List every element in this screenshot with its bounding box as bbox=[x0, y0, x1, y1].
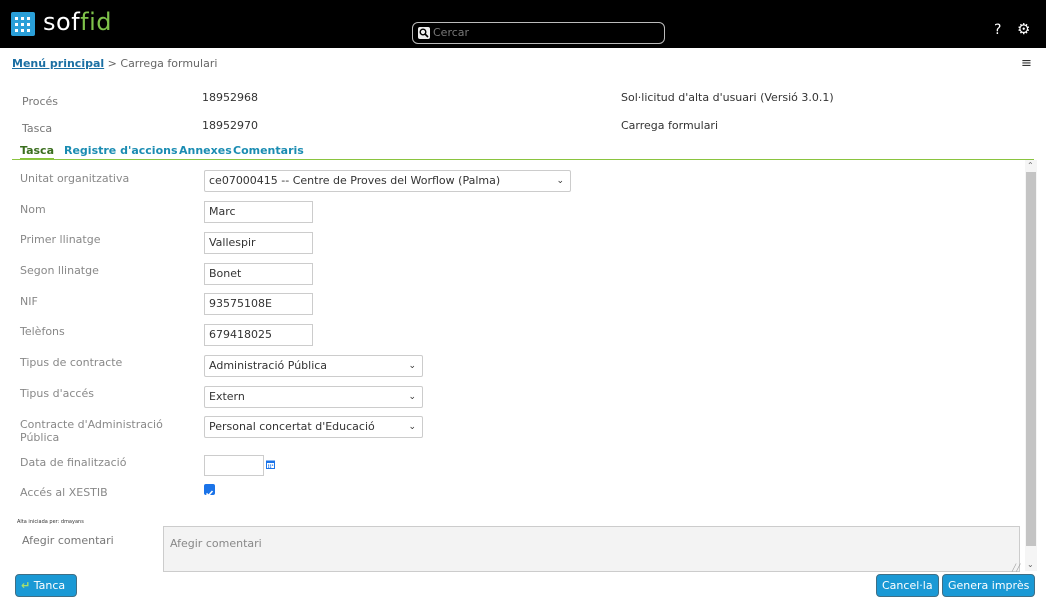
chevron-down-icon: ⌄ bbox=[408, 422, 416, 432]
search-icon bbox=[418, 27, 430, 39]
scrollbar-thumb[interactable] bbox=[1026, 172, 1036, 546]
help-icon[interactable]: ? bbox=[994, 22, 1001, 38]
proces-label: Procés bbox=[22, 95, 58, 108]
unitat-value: ce07000415 -- Centre de Proves del Worfl… bbox=[209, 174, 501, 187]
contracte-admin-select[interactable]: Personal concertat d'Educació ⌄ bbox=[204, 416, 423, 438]
check-icon bbox=[205, 490, 214, 497]
search-placeholder: Cercar bbox=[433, 26, 470, 39]
scroll-down-icon[interactable]: ⌄ bbox=[1027, 560, 1034, 569]
resize-handle-icon[interactable]: ╱╱ bbox=[1012, 564, 1020, 572]
tipus-contracte-select[interactable]: Administració Pública ⌄ bbox=[204, 355, 423, 377]
telefons-field[interactable]: 679418025 bbox=[204, 324, 313, 346]
primer-llinatge-label: Primer llinatge bbox=[20, 233, 101, 246]
proces-id: 18952968 bbox=[202, 91, 258, 104]
breadcrumb: Menú principal > Carrega formulari bbox=[12, 57, 217, 70]
segon-llinatge-label: Segon llinatge bbox=[20, 264, 99, 277]
alta-iniciada-text: Alta iniciada per: dmayans bbox=[17, 519, 84, 525]
tanca-button[interactable]: ↵ Tanca bbox=[15, 574, 77, 597]
tanca-button-label: Tanca bbox=[33, 579, 66, 592]
comment-textarea[interactable]: Afegir comentari bbox=[163, 526, 1020, 572]
data-finalitzacio-field[interactable] bbox=[204, 455, 264, 476]
proces-name: Sol·licitud d'alta d'usuari (Versió 3.0.… bbox=[621, 91, 834, 104]
tab-annexes[interactable]: Annexes bbox=[179, 144, 232, 157]
nif-label: NIF bbox=[20, 295, 38, 308]
apps-grid-icon[interactable] bbox=[11, 12, 35, 36]
unitat-select[interactable]: ce07000415 -- Centre de Proves del Worfl… bbox=[204, 170, 571, 192]
acces-xestib-label: Accés al XESTIB bbox=[20, 486, 108, 499]
primer-llinatge-field[interactable]: Vallespir bbox=[204, 232, 313, 254]
nom-label: Nom bbox=[20, 203, 46, 216]
tab-comentaris[interactable]: Comentaris bbox=[233, 144, 304, 157]
tab-registre-accions[interactable]: Registre d'accions bbox=[64, 144, 178, 157]
gear-icon[interactable]: ⚙ bbox=[1017, 21, 1030, 37]
tasca-id: 18952970 bbox=[202, 119, 258, 132]
segon-llinatge-field[interactable]: Bonet bbox=[204, 263, 313, 285]
tipus-acces-label: Tipus d'accés bbox=[20, 387, 94, 400]
genera-impres-button[interactable]: Genera imprès bbox=[942, 574, 1036, 597]
contracte-admin-label: Contracte d'Administració Pública bbox=[20, 418, 163, 444]
afegir-comentari-label: Afegir comentari bbox=[22, 534, 114, 547]
telefons-label: Telèfons bbox=[20, 325, 65, 338]
hamburger-menu-icon[interactable]: ≡ bbox=[1021, 56, 1032, 71]
tipus-acces-select[interactable]: Extern ⌄ bbox=[204, 386, 423, 408]
acces-xestib-checkbox[interactable] bbox=[204, 484, 215, 497]
logo-text-part1: sof bbox=[43, 8, 81, 36]
chevron-down-icon: ⌄ bbox=[408, 392, 416, 402]
nom-field[interactable]: Marc bbox=[204, 201, 313, 223]
tipus-contracte-value: Administració Pública bbox=[209, 359, 328, 372]
chevron-down-icon: ⌄ bbox=[556, 176, 564, 186]
tab-divider bbox=[12, 159, 1034, 160]
data-finalitzacio-label: Data de finalització bbox=[20, 456, 127, 469]
search-input[interactable]: Cercar bbox=[412, 22, 665, 44]
chevron-down-icon: ⌄ bbox=[408, 361, 416, 371]
tipus-acces-value: Extern bbox=[209, 390, 245, 403]
contracte-admin-value: Personal concertat d'Educació bbox=[209, 420, 375, 433]
scroll-up-icon[interactable]: ⌃ bbox=[1027, 161, 1034, 170]
logo-text-part2: fid bbox=[80, 8, 112, 36]
nif-field[interactable]: 93575108E bbox=[204, 293, 313, 315]
breadcrumb-home-link[interactable]: Menú principal bbox=[12, 57, 104, 70]
breadcrumb-current: Carrega formulari bbox=[120, 57, 218, 70]
arrow-left-icon: ↵ bbox=[21, 579, 31, 592]
unitat-label: Unitat organitzativa bbox=[20, 172, 130, 185]
calendar-icon[interactable] bbox=[266, 460, 275, 469]
top-bar: soffid Cercar ? ⚙ bbox=[0, 0, 1046, 48]
tasca-label: Tasca bbox=[22, 122, 53, 135]
tab-tasca[interactable]: Tasca bbox=[20, 144, 54, 160]
tipus-contracte-label: Tipus de contracte bbox=[20, 356, 123, 369]
cancel-button[interactable]: Cancel·la bbox=[876, 574, 939, 597]
breadcrumb-separator: > bbox=[107, 57, 117, 70]
tasca-name: Carrega formulari bbox=[621, 119, 719, 132]
soffid-logo: soffid bbox=[43, 9, 112, 35]
